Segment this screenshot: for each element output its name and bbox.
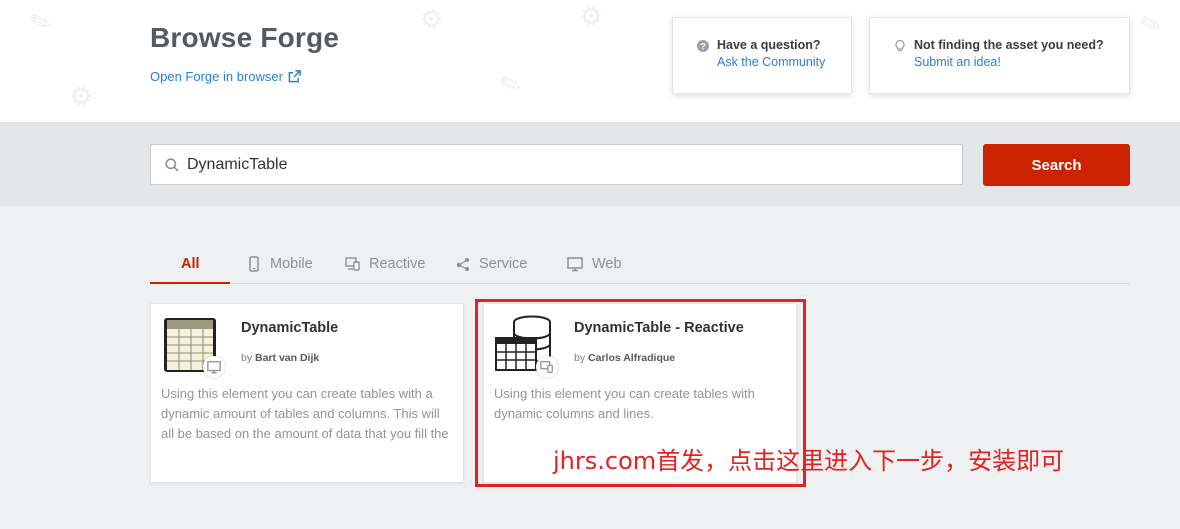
tab-label: All	[181, 256, 200, 272]
tab-web[interactable]: Web	[566, 256, 622, 272]
open-forge-label: Open Forge in browser	[150, 69, 283, 84]
tab-label: Service	[479, 256, 528, 272]
search-input[interactable]	[187, 155, 947, 174]
page-title: Browse Forge	[150, 22, 340, 53]
open-forge-link[interactable]: Open Forge in browser	[150, 69, 301, 84]
reactive-icon	[345, 257, 360, 271]
component-name: DynamicTable - Reactive	[574, 320, 744, 336]
page-header: ✎ ✎ ⚙ ✎ ⚙ ⚙ Browse Forge Open Forge in b…	[0, 0, 1180, 122]
by-prefix: by	[574, 352, 586, 364]
submit-idea-card[interactable]: Not finding the asset you need? Submit a…	[869, 17, 1130, 94]
external-link-icon	[288, 70, 301, 83]
question-icon: ?	[697, 40, 709, 52]
by-prefix: by	[241, 352, 253, 364]
annotation-text: jhrs.com首发，点击这里进入下一步，安装即可	[553, 447, 1065, 475]
author-line: by Bart van Dijk	[241, 352, 319, 364]
watermark-pattern: ⚙	[575, 0, 608, 36]
author-line: by Carlos Alfradique	[574, 352, 675, 364]
author-name: Carlos Alfradique	[588, 352, 676, 364]
reactive-devices-icon	[536, 356, 558, 378]
ask-community-link[interactable]: Ask the Community	[717, 55, 851, 69]
result-card-dynamictable[interactable]: DynamicTable by Bart van Dijk Using this…	[150, 303, 464, 483]
svg-text:?: ?	[700, 41, 706, 51]
author-name: Bart van Dijk	[255, 352, 320, 364]
tab-label: Web	[592, 256, 622, 272]
watermark-pattern: ✎	[1135, 7, 1167, 43]
tab-label: Mobile	[270, 256, 313, 272]
search-button[interactable]: Search	[983, 144, 1130, 186]
lightbulb-icon	[895, 40, 905, 52]
tab-all[interactable]: All	[181, 256, 200, 272]
web-icon	[567, 257, 583, 272]
service-icon	[456, 258, 469, 271]
ask-community-card[interactable]: ? Have a question? Ask the Community	[672, 17, 852, 94]
watermark-pattern: ✎	[25, 5, 57, 41]
watermark-pattern: ✎	[495, 67, 527, 103]
mobile-icon	[249, 256, 259, 272]
help-question: Have a question?	[717, 38, 821, 52]
idea-question: Not finding the asset you need?	[914, 38, 1104, 52]
web-monitor-icon	[203, 356, 225, 378]
component-name: DynamicTable	[241, 320, 339, 336]
tab-label: Reactive	[369, 256, 426, 272]
component-description: Using this element you can create tables…	[161, 386, 449, 441]
submit-idea-link[interactable]: Submit an idea!	[914, 55, 1129, 69]
tab-mobile[interactable]: Mobile	[246, 256, 313, 272]
active-tab-indicator	[150, 282, 230, 284]
search-bar-section: Search	[0, 122, 1180, 206]
search-icon	[165, 157, 179, 172]
category-tabs: All Mobile Reactive Service Web	[150, 246, 1130, 284]
tab-reactive[interactable]: Reactive	[345, 256, 425, 272]
tab-service[interactable]: Service	[455, 256, 527, 272]
watermark-pattern: ⚙	[65, 78, 98, 116]
watermark-pattern: ⚙	[415, 1, 448, 39]
component-description: Using this element you can create tables…	[494, 386, 755, 421]
search-field[interactable]	[150, 144, 963, 185]
